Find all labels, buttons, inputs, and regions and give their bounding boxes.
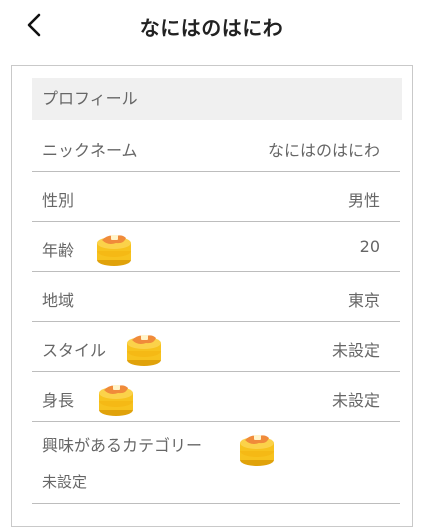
row-label: ニックネーム [42, 141, 138, 160]
pancake-icon [127, 335, 161, 366]
row-value: 未設定 [331, 391, 380, 410]
row-label: スタイル [42, 341, 107, 360]
row-value: 東京 [347, 291, 380, 310]
row-label: 地域 [42, 291, 75, 310]
pancake-icon [240, 435, 274, 466]
profile-row-interests[interactable]: 興味があるカテゴリー 未設定 [32, 422, 400, 504]
profile-row-gender[interactable]: 性別 男性 [32, 172, 400, 222]
row-label: 年齢 [42, 241, 75, 260]
section-title-profile: プロフィール [32, 78, 402, 120]
pancake-icon [97, 235, 131, 266]
header-bar: なにはのはにわ [0, 0, 423, 50]
pancake-icon [99, 385, 133, 416]
row-value: なにはのはにわ [267, 141, 380, 160]
profile-row-height[interactable]: 身長 未設定 [32, 372, 400, 422]
page-title: なにはのはにわ [139, 16, 284, 40]
row-value: 未設定 [331, 341, 380, 360]
row-label: 性別 [42, 191, 75, 210]
row-label: 興味があるカテゴリー [42, 436, 203, 455]
profile-row-style[interactable]: スタイル 未設定 [32, 322, 400, 372]
row-value: 未設定 [42, 473, 88, 491]
row-value: 男性 [347, 191, 380, 210]
profile-card: プロフィール ニックネーム なにはのはにわ 性別 男性 年齢 20 地域 東京 [11, 65, 413, 527]
profile-row-age[interactable]: 年齢 20 [32, 222, 400, 272]
row-value: 20 [359, 237, 380, 256]
profile-row-region[interactable]: 地域 東京 [32, 272, 400, 322]
row-label: 身長 [42, 391, 75, 410]
profile-row-nickname[interactable]: ニックネーム なにはのはにわ [32, 122, 400, 172]
